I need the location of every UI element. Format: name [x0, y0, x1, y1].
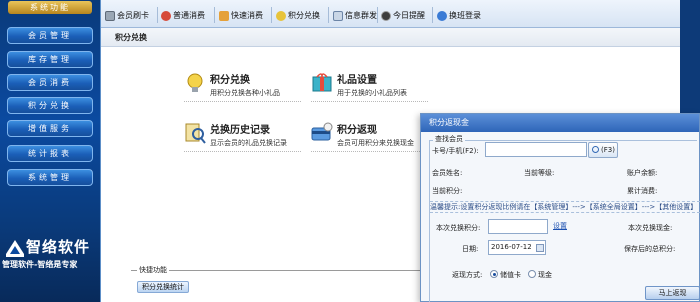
settings-link[interactable]: 设置	[553, 221, 567, 231]
sidebar-item-member-consumption[interactable]: 会员消费	[7, 74, 93, 91]
toolbar-shift-login[interactable]: 换班登录	[437, 9, 481, 22]
points-exchange-stats-button[interactable]: 积分兑换统计	[137, 281, 189, 293]
page-title: 积分兑换	[115, 33, 147, 42]
sidebar-item-inventory[interactable]: 库存管理	[7, 51, 93, 68]
redeem-cash-label: 本次兑换现金:	[628, 224, 673, 232]
toolbar-divider	[328, 7, 329, 23]
clock-icon	[381, 10, 391, 21]
redeem-points-label: 本次兑换积分:	[436, 224, 481, 232]
toolbar-today-reminder[interactable]: 今日提醒	[381, 9, 425, 22]
tip-text: 温馨提示:设置积分返现比例请在【系统管理】--->【系统全局设置】--->【其他…	[430, 201, 700, 213]
feature-exchange-history[interactable]: 兑换历史记录 显示会员的礼品兑换记录	[184, 121, 304, 151]
gift-icon	[276, 10, 286, 21]
dialog-title: 积分返现金	[429, 118, 469, 127]
app-window: 系统功能 会员管理 库存管理 会员消费 积分兑换 增值服务 统计报表 系统管理 …	[0, 0, 700, 302]
switch-user-icon	[437, 10, 447, 21]
logo-text: 智络软件	[26, 238, 91, 256]
current-level-label: 当前等级:	[524, 169, 555, 177]
divider	[311, 101, 428, 102]
feature-gift-settings[interactable]: 礼品设置 用于兑换的小礼品列表	[311, 71, 431, 101]
sidebar-item-member-management[interactable]: 会员管理	[7, 27, 93, 44]
total-spent-label: 累计消费:	[627, 187, 658, 195]
method-label: 返现方式:	[452, 271, 483, 279]
radio-stored-card-label: 储值卡	[500, 271, 521, 279]
toolbar-card-swipe[interactable]: 会员刷卡	[105, 9, 149, 22]
brand-logo: 智络软件	[4, 236, 98, 260]
account-balance-label: 账户余额:	[627, 169, 658, 177]
current-points-label: 当前积分:	[432, 187, 463, 195]
toolbar-divider	[377, 7, 378, 23]
feature-points-exchange[interactable]: 积分兑换 用积分兑换各种小礼品	[184, 71, 304, 101]
divider	[184, 151, 301, 152]
cup-icon	[161, 10, 171, 21]
quick-functions-label: 快捷功能	[137, 265, 169, 275]
toolbar-divider	[214, 7, 215, 23]
bulb-gift-icon	[187, 73, 203, 92]
date-label: 日期:	[462, 245, 479, 253]
member-lookup-button[interactable]: (F3)	[588, 142, 618, 158]
divider	[184, 101, 301, 102]
sidebar-item-system[interactable]: 系统管理	[7, 169, 93, 186]
card-phone-label: 卡号/手机(F2):	[432, 147, 479, 155]
date-picker[interactable]: 2016-07-12	[488, 240, 546, 255]
radio-cash-label: 现金	[538, 271, 552, 279]
card-icon	[105, 10, 115, 21]
sidebar-item-points-exchange[interactable]: 积分兑换	[7, 97, 93, 114]
sidebar-title: 系统功能	[8, 1, 92, 14]
feature-points-cashback[interactable]: 积分返现 会员可用积分来兑换现金	[311, 121, 431, 151]
search-icon	[592, 146, 599, 153]
toolbar-divider	[432, 7, 433, 23]
cashback-now-button[interactable]: 马上返现	[645, 286, 700, 300]
toolbar-divider	[157, 7, 158, 23]
card-phone-input[interactable]	[485, 142, 587, 157]
toolbar-quick-consumption[interactable]: 快速消费	[219, 9, 263, 22]
breadcrumb: 积分兑换	[101, 28, 700, 47]
points-after-save-label: 保存后的总积分:	[624, 245, 676, 253]
logo-mark-icon	[6, 240, 24, 257]
divider	[311, 151, 428, 152]
calendar-icon[interactable]	[536, 243, 544, 252]
radio-stored-card[interactable]	[490, 270, 498, 278]
radio-cash[interactable]	[528, 270, 536, 278]
dialog-titlebar[interactable]: 积分返现金	[421, 114, 699, 132]
hand-icon	[219, 10, 229, 21]
toolbar-normal-consumption[interactable]: 普通消费	[161, 9, 205, 22]
toolbar: 会员刷卡 普通消费 快速消费 积分兑换 信息群发 今日提醒 换班登录	[101, 0, 700, 28]
gift-box-icon	[312, 73, 332, 92]
message-icon	[333, 10, 343, 21]
member-name-label: 会员姓名:	[432, 169, 463, 177]
slogan: 管理软件-智络是专家	[2, 260, 78, 269]
toolbar-points-exchange[interactable]: 积分兑换	[276, 9, 320, 22]
toolbar-bulk-message[interactable]: 信息群发	[333, 9, 377, 22]
sidebar-item-value-added[interactable]: 增值服务	[7, 120, 93, 137]
sidebar-item-reports[interactable]: 统计报表	[7, 145, 93, 162]
member-search-legend: 查找会员	[433, 134, 465, 144]
redeem-points-input[interactable]	[488, 219, 548, 234]
card-cashback-icon	[311, 122, 333, 141]
history-magnifier-icon	[185, 123, 206, 144]
toolbar-divider	[271, 7, 272, 23]
sidebar: 系统功能 会员管理 库存管理 会员消费 积分兑换 增值服务 统计报表 系统管理 …	[0, 0, 100, 302]
